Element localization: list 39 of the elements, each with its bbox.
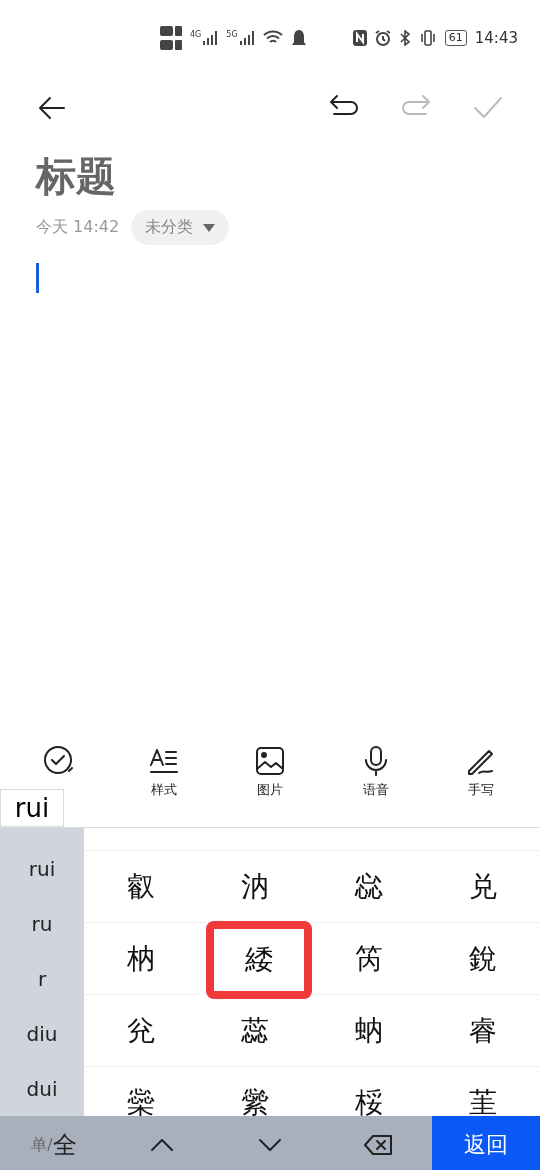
candidate-key[interactable]: 銳 (426, 923, 540, 995)
bluetooth-icon (398, 30, 411, 46)
alarm-icon (374, 30, 391, 46)
signal-icon (202, 30, 219, 46)
composing-popup: rui (0, 789, 64, 827)
vibrate-icon (418, 30, 437, 46)
checklist-icon (42, 745, 75, 777)
candidate-key[interactable]: 汭 (198, 851, 312, 923)
return-key[interactable]: 返回 (432, 1116, 540, 1170)
candidate-key[interactable]: 睿 (426, 995, 540, 1067)
candidate-key[interactable]: 兊 (84, 995, 198, 1067)
battery-level: 61 (444, 30, 467, 46)
text-cursor (36, 263, 39, 293)
pinyin-option[interactable]: r (0, 951, 84, 1007)
toolbar-button[interactable]: 语音 (335, 745, 416, 827)
toolbar-button[interactable]: 手写 (441, 745, 522, 827)
nfc-icon (352, 30, 367, 46)
signal-icon (238, 30, 255, 46)
pinyin-option[interactable]: dui (0, 1061, 84, 1116)
candidate-key[interactable]: 蕊 (198, 995, 312, 1067)
candidate-key[interactable]: 叡 (84, 851, 198, 923)
candidate-key[interactable]: 兑 (426, 851, 540, 923)
image-icon (254, 745, 286, 777)
toolbar-button[interactable]: 图片 (230, 745, 310, 827)
toolbar-button[interactable]: 样式 (124, 745, 205, 827)
candidate-key[interactable]: 惢 (312, 851, 426, 923)
bell-icon (290, 29, 307, 47)
network-label: 4G (190, 30, 202, 39)
status-time: 14:43 (474, 29, 518, 47)
pinyin-option[interactable]: rui (0, 842, 84, 897)
note-title[interactable]: 标题 (36, 146, 540, 206)
candidate-key[interactable]: 笍 (312, 923, 426, 995)
note-date: 今天 14:42 (36, 217, 120, 238)
pinyin-option[interactable]: diu (0, 1006, 84, 1062)
candidate-key[interactable]: 蚋 (312, 995, 426, 1067)
candidate-key[interactable]: 枘 (84, 923, 198, 995)
dropdown-caret-icon (203, 223, 216, 232)
network-label: 5G (226, 30, 238, 39)
pinyin-option[interactable]: ru (0, 896, 84, 952)
